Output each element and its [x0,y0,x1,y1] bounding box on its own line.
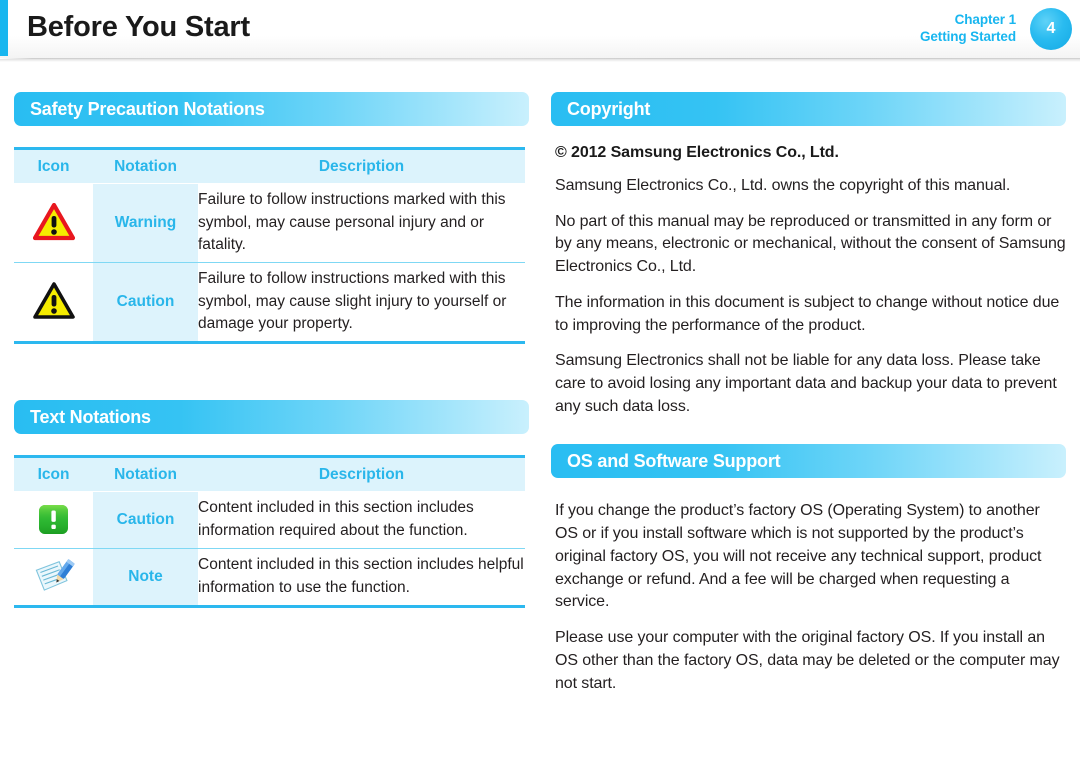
os-support-paragraph: Please use your computer with the origin… [555,629,1060,692]
os-support-paragraph: If you change the product’s factory OS (… [555,502,1042,611]
section-header-safety-precaution-notations: Safety Precaution Notations [14,92,529,126]
chapter-label: Chapter 1 Getting Started [920,11,1016,46]
chapter-name: Getting Started [919,29,1016,45]
header-accent-bar [0,0,8,56]
section-title: Copyright [567,98,651,119]
text-notations-table: Icon Notation Description Caution Conten… [14,455,525,608]
cell-icon [14,262,93,343]
section-header-os-and-software-support: OS and Software Support [551,444,1066,479]
cell-notation: Note [93,548,198,607]
column-header-description: Description [198,456,525,492]
page-title: Before You Start [27,11,250,43]
section-title: Text Notations [30,406,151,427]
section-header-copyright: Copyright [551,92,1066,126]
cell-description: Content included in this section include… [198,491,525,549]
copyright-paragraph: Samsung Electronics shall not be liable … [555,352,1057,415]
copyright-paragraph: The information in this document is subj… [555,293,1060,334]
copyright-paragraph: No part of this manual may be reproduced… [555,212,1066,276]
table-header-row: Icon Notation Description [14,148,525,184]
column-header-icon: Icon [14,148,93,184]
table-header-row: Icon Notation Description [14,456,525,492]
chapter-number: Chapter 1 [954,12,1016,27]
section-title: Safety Precaution Notations [30,98,265,119]
copyright-paragraph: Samsung Electronics Co., Ltd. owns the c… [555,177,1011,194]
column-header-description: Description [198,148,525,184]
safety-precaution-table: Icon Notation Description Warning Failur… [14,147,525,344]
warning-triangle-icon [32,200,76,244]
table-row: Caution Failure to follow instructions m… [14,262,525,343]
section-header-text-notations: Text Notations [14,400,529,434]
header-divider [0,58,1080,62]
cell-description: Failure to follow instructions marked wi… [198,262,525,343]
cell-notation: Warning [93,183,198,263]
cell-notation: Caution [93,491,198,549]
cell-description: Failure to follow instructions marked wi… [198,183,525,263]
left-column: Safety Precaution Notations Icon Notatio… [14,92,529,608]
table-row: Note Content included in this section in… [14,548,525,607]
copyright-notice: © 2012 Samsung Electronics Co., Ltd. [555,144,839,161]
table-row: Warning Failure to follow instructions m… [14,183,525,263]
cell-icon [14,491,93,549]
table-row: Caution Content included in this section… [14,491,525,549]
caution-triangle-icon [32,279,76,323]
cell-icon [14,548,93,607]
cell-description: Content included in this section include… [198,548,525,607]
right-column: Copyright © 2012 Samsung Electronics Co.… [551,92,1066,695]
section-title: OS and Software Support [567,450,781,471]
page-number-badge: 4 [1030,8,1072,50]
cell-icon [14,183,93,263]
cell-notation: Caution [93,262,198,343]
column-header-notation: Notation [93,148,198,184]
column-header-notation: Notation [93,456,198,492]
column-header-icon: Icon [14,456,93,492]
page-header: Before You Start Chapter 1 Getting Start… [0,0,1080,58]
green-exclamation-icon [32,498,76,542]
note-pencil-icon [32,554,76,598]
